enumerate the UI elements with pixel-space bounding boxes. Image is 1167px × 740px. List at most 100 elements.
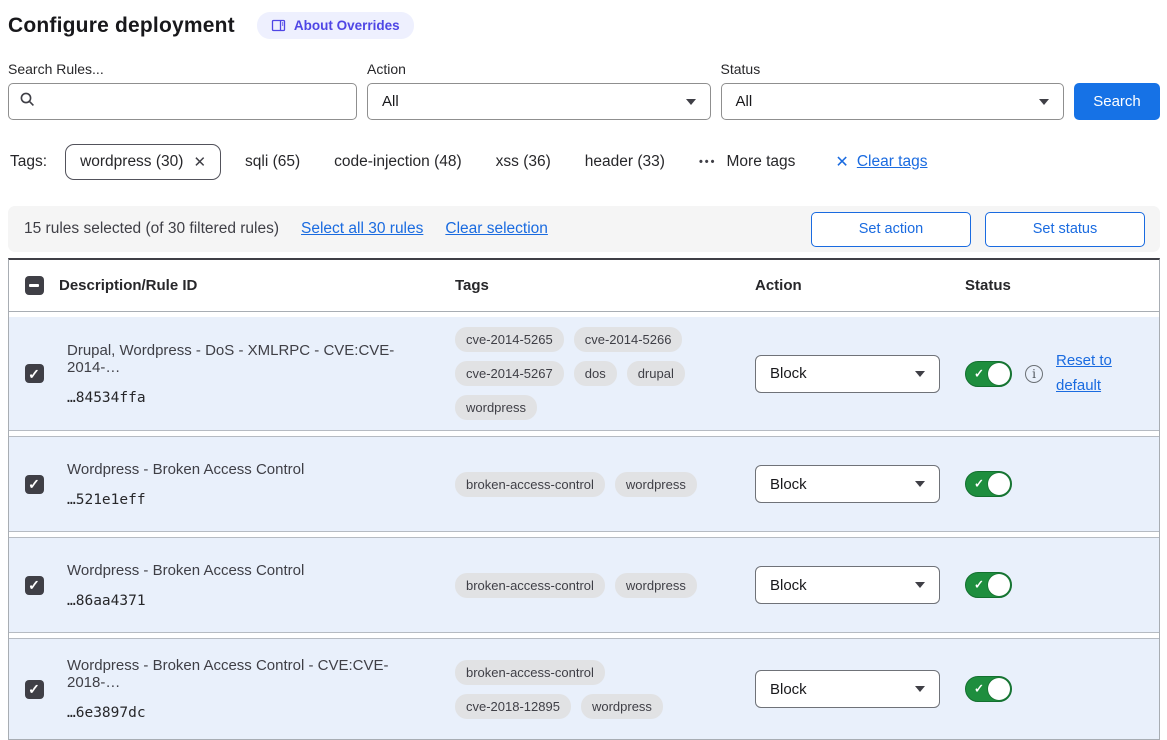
action-filter-value: All [382, 93, 399, 110]
chevron-down-icon [686, 99, 696, 105]
tag-pill: wordpress [615, 573, 697, 598]
rule-tags: broken-access-control cve-2018-12895 wor… [455, 650, 723, 729]
tag-pill: wordpress [581, 694, 663, 719]
rule-tags: broken-access-control wordpress [455, 563, 723, 608]
search-rules-label: Search Rules... [8, 61, 357, 77]
rule-status-toggle[interactable]: ✓ [965, 572, 1012, 598]
column-status: Status [965, 277, 1159, 294]
chevron-down-icon [915, 481, 925, 487]
status-filter-group: Status All [721, 61, 1065, 120]
row-checkbox[interactable]: ✓ [25, 364, 44, 383]
chevron-down-icon [1039, 99, 1049, 105]
clear-tags-link[interactable]: ✕ Clear tags [835, 152, 927, 172]
selected-tag-label: wordpress (30) [80, 153, 183, 171]
rules-table: Description/Rule ID Tags Action Status ✓… [8, 258, 1160, 740]
tag-pill: dos [574, 361, 617, 386]
configure-deployment-page: Configure deployment About Overrides Sea… [0, 0, 1167, 718]
rule-description: Wordpress - Broken Access Control - CVE:… [67, 657, 437, 691]
tag-item-header[interactable]: header (33) [585, 153, 665, 171]
search-button[interactable]: Search [1074, 83, 1160, 120]
info-icon[interactable]: i [1025, 365, 1043, 383]
rule-action-select[interactable]: Block [755, 465, 940, 503]
page-title: Configure deployment [8, 14, 235, 38]
chevron-down-icon [915, 686, 925, 692]
set-status-button[interactable]: Set status [985, 212, 1145, 247]
tags-bar: Tags: wordpress (30) ✕ sqli (65) code-in… [10, 144, 1160, 180]
column-description: Description/Rule ID [59, 277, 455, 294]
search-rules-box [8, 83, 357, 120]
more-tags-button[interactable]: ••• More tags [699, 153, 795, 171]
filter-bar: Search Rules... Action All Status [8, 61, 1160, 120]
page-header: Configure deployment About Overrides [8, 12, 1160, 39]
rule-action-value: Block [770, 365, 807, 382]
about-overrides-badge[interactable]: About Overrides [257, 12, 414, 39]
column-tags: Tags [455, 277, 755, 294]
search-rules-group: Search Rules... [8, 61, 357, 120]
tag-pill: drupal [627, 361, 685, 386]
rule-id: …521e1eff [67, 492, 437, 508]
chevron-down-icon [915, 582, 925, 588]
rule-id: …6e3897dc [67, 705, 437, 721]
rule-action-value: Block [770, 681, 807, 698]
table-row: ✓ Drupal, Wordpress - DoS - XMLRPC - CVE… [9, 317, 1159, 431]
table-row: ✓ Wordpress - Broken Access Control …86a… [9, 537, 1159, 633]
selection-summary: 15 rules selected (of 30 filtered rules) [24, 220, 279, 238]
close-icon: ✕ [835, 152, 848, 172]
rule-description: Wordpress - Broken Access Control [67, 461, 437, 478]
tag-item-sqli[interactable]: sqli (65) [245, 153, 300, 171]
status-filter-label: Status [721, 61, 1065, 77]
tag-item-code-injection[interactable]: code-injection (48) [334, 153, 462, 171]
clear-selection-link[interactable]: Clear selection [445, 220, 548, 238]
action-filter-label: Action [367, 61, 711, 77]
book-icon [271, 18, 286, 33]
select-all-checkbox[interactable] [25, 276, 44, 295]
rule-action-select[interactable]: Block [755, 355, 940, 393]
rule-action-select[interactable]: Block [755, 566, 940, 604]
set-action-button[interactable]: Set action [811, 212, 971, 247]
selection-bar: 15 rules selected (of 30 filtered rules)… [8, 206, 1160, 252]
column-action: Action [755, 277, 965, 294]
table-header-row: Description/Rule ID Tags Action Status [9, 260, 1159, 312]
table-row: ✓ Wordpress - Broken Access Control …521… [9, 436, 1159, 532]
status-filter-value: All [736, 93, 753, 110]
row-checkbox[interactable]: ✓ [25, 680, 44, 699]
tag-pill: broken-access-control [455, 472, 605, 497]
tag-item-xss[interactable]: xss (36) [496, 153, 551, 171]
rule-action-value: Block [770, 476, 807, 493]
table-row: ✓ Wordpress - Broken Access Control - CV… [9, 638, 1159, 739]
selected-tag-chip-wordpress[interactable]: wordpress (30) ✕ [65, 144, 221, 180]
reset-to-default-link[interactable]: Reset to default [1056, 349, 1120, 399]
rule-status-toggle[interactable]: ✓ [965, 471, 1012, 497]
tag-pill: cve-2018-12895 [455, 694, 571, 719]
status-filter-select[interactable]: All [721, 83, 1065, 120]
rule-tags: cve-2014-5265 cve-2014-5266 cve-2014-526… [455, 317, 723, 430]
tag-pill: broken-access-control [455, 660, 605, 685]
action-filter-group: Action All [367, 61, 711, 120]
row-checkbox[interactable]: ✓ [25, 576, 44, 595]
rule-action-value: Block [770, 577, 807, 594]
ellipsis-icon: ••• [699, 156, 717, 168]
search-rules-input[interactable] [44, 93, 346, 110]
row-checkbox[interactable]: ✓ [25, 475, 44, 494]
tag-pill: cve-2014-5265 [455, 327, 564, 352]
clear-tags-label: Clear tags [857, 153, 928, 171]
rule-status-toggle[interactable]: ✓ [965, 361, 1012, 387]
tag-pill: cve-2014-5267 [455, 361, 564, 386]
rule-status-toggle[interactable]: ✓ [965, 676, 1012, 702]
remove-tag-icon[interactable]: ✕ [193, 153, 206, 171]
rule-description: Wordpress - Broken Access Control [67, 562, 437, 579]
action-filter-select[interactable]: All [367, 83, 711, 120]
rule-id: …86aa4371 [67, 593, 437, 609]
rule-action-select[interactable]: Block [755, 670, 940, 708]
tag-pill: broken-access-control [455, 573, 605, 598]
tags-label: Tags: [10, 153, 47, 171]
rule-description: Drupal, Wordpress - DoS - XMLRPC - CVE:C… [67, 342, 437, 376]
search-icon [19, 91, 36, 113]
about-overrides-label: About Overrides [294, 18, 400, 33]
tag-pill: cve-2014-5266 [574, 327, 683, 352]
chevron-down-icon [915, 371, 925, 377]
tag-pill: wordpress [615, 472, 697, 497]
select-all-link[interactable]: Select all 30 rules [301, 220, 423, 238]
rule-tags: broken-access-control wordpress [455, 462, 723, 507]
rule-id: …84534ffa [67, 390, 437, 406]
